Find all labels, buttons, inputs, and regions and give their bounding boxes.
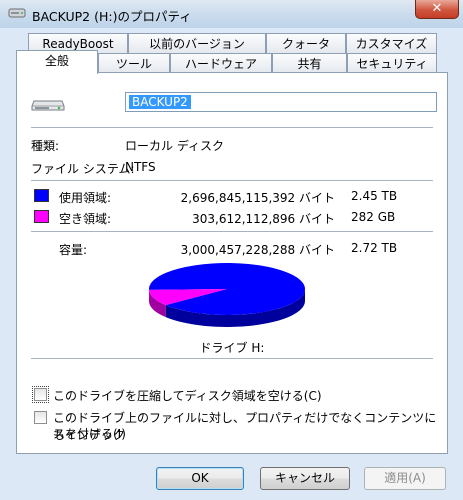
disk-usage-pie [149,263,305,327]
volume-name-input[interactable]: BACKUP2 [125,92,437,112]
tab-sharing[interactable]: 共有 [272,53,347,74]
free-space-size: 282 GB [351,210,396,224]
tab-previous-versions[interactable]: 以前のバージョン [128,33,266,54]
tab-general[interactable]: 全般 [16,50,98,74]
close-icon: ✕ [431,1,443,16]
filesystem-label: ファイル システム: [31,162,135,176]
drive-icon [8,8,26,18]
tab-hardware[interactable]: ハードウェア [170,53,272,74]
drive-label: ドライブ H: [199,341,265,355]
window-title: BACKUP2 (H:)のプロパティ [32,9,192,24]
used-space-size: 2.45 TB [351,189,398,203]
tab-customize[interactable]: カスタマイズ [346,33,437,54]
capacity-bytes: 3,000,457,228,288 バイト [180,243,335,257]
compress-checkbox[interactable] [32,386,49,403]
divider [31,231,433,232]
tab-quota[interactable]: クォータ [266,33,346,54]
capacity-label: 容量: [59,243,88,257]
title-bar[interactable]: BACKUP2 (H:)のプロパティ ✕ [0,0,463,29]
used-space-swatch [34,189,49,202]
cancel-button[interactable]: キャンセル [260,467,350,490]
free-space-bytes: 303,612,112,896 バイト [192,212,335,226]
index-label-line2: スを付ける(I) [53,427,126,441]
close-button[interactable]: ✕ [415,0,459,19]
divider [31,127,433,128]
filesystem-value: NTFS [125,160,156,174]
compress-label: このドライブを圧縮してディスク領域を空ける(C) [53,389,322,403]
free-space-swatch [34,210,49,223]
general-panel: BACKUP2 種類: ローカル ディスク ファイル システム: NTFS 使用… [16,72,448,454]
index-checkbox[interactable] [34,411,47,424]
capacity-size: 2.72 TB [351,241,398,255]
type-label: 種類: [31,139,60,153]
apply-button[interactable]: 適用(A) [364,467,446,490]
volume-name-value: BACKUP2 [129,95,191,109]
tab-security[interactable]: セキュリティ [347,53,437,74]
free-space-label: 空き領域: [59,212,112,226]
divider [31,180,433,181]
divider [31,358,433,359]
tab-tools[interactable]: ツール [98,53,170,74]
used-space-label: 使用領域: [59,191,112,205]
used-space-bytes: 2,696,845,115,392 バイト [180,191,335,205]
type-value: ローカル ディスク [125,139,224,153]
ok-button[interactable]: OK [156,467,244,490]
hard-drive-icon [31,100,65,111]
